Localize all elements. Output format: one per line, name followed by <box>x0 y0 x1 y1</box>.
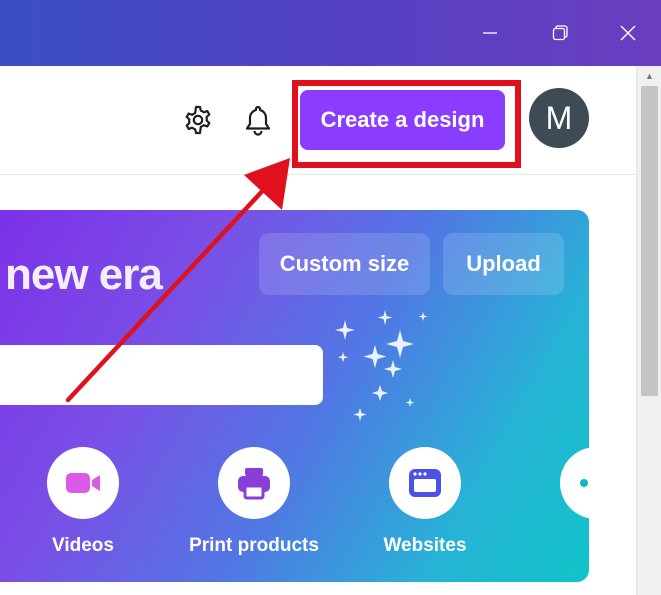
avatar[interactable]: M <box>529 88 589 148</box>
shortcut-videos[interactable]: Videos <box>8 447 158 557</box>
upload-button[interactable]: Upload <box>443 233 564 295</box>
gear-icon <box>185 105 211 135</box>
shortcut-more[interactable]: M <box>521 447 661 557</box>
restore-icon <box>552 25 568 41</box>
shortcut-label: M <box>588 535 604 556</box>
scroll-thumb[interactable] <box>641 86 658 396</box>
hero-title: new era <box>5 250 163 299</box>
settings-button[interactable] <box>176 98 220 142</box>
window-titlebar <box>0 0 661 66</box>
shortcut-websites[interactable]: Websites <box>350 447 500 557</box>
notifications-button[interactable] <box>236 98 280 142</box>
close-icon <box>620 25 636 41</box>
search-input[interactable] <box>0 345 323 405</box>
scroll-up-icon[interactable]: ▲ <box>637 66 661 86</box>
shortcut-label: Print products <box>189 535 319 556</box>
bell-icon <box>245 105 271 136</box>
shortcut-circle <box>218 447 290 519</box>
more-icon <box>580 479 588 487</box>
app-header: Create a design M <box>0 66 636 175</box>
create-design-button[interactable]: Create a design <box>300 90 505 150</box>
shortcut-circle <box>560 447 632 519</box>
minimize-icon <box>483 32 497 34</box>
restore-button[interactable] <box>527 0 593 66</box>
video-camera-icon <box>66 473 100 493</box>
close-button[interactable] <box>595 0 661 66</box>
printer-icon <box>238 468 270 500</box>
shortcut-circle <box>47 447 119 519</box>
custom-size-button[interactable]: Custom size <box>259 233 430 295</box>
shortcut-label: Videos <box>52 535 114 556</box>
shortcut-label: Websites <box>383 535 467 556</box>
website-icon <box>409 469 441 497</box>
shortcut-circle <box>389 447 461 519</box>
sparkles-decoration <box>335 310 428 421</box>
shortcut-print-products[interactable]: Print products <box>179 447 329 557</box>
minimize-button[interactable] <box>457 0 523 66</box>
